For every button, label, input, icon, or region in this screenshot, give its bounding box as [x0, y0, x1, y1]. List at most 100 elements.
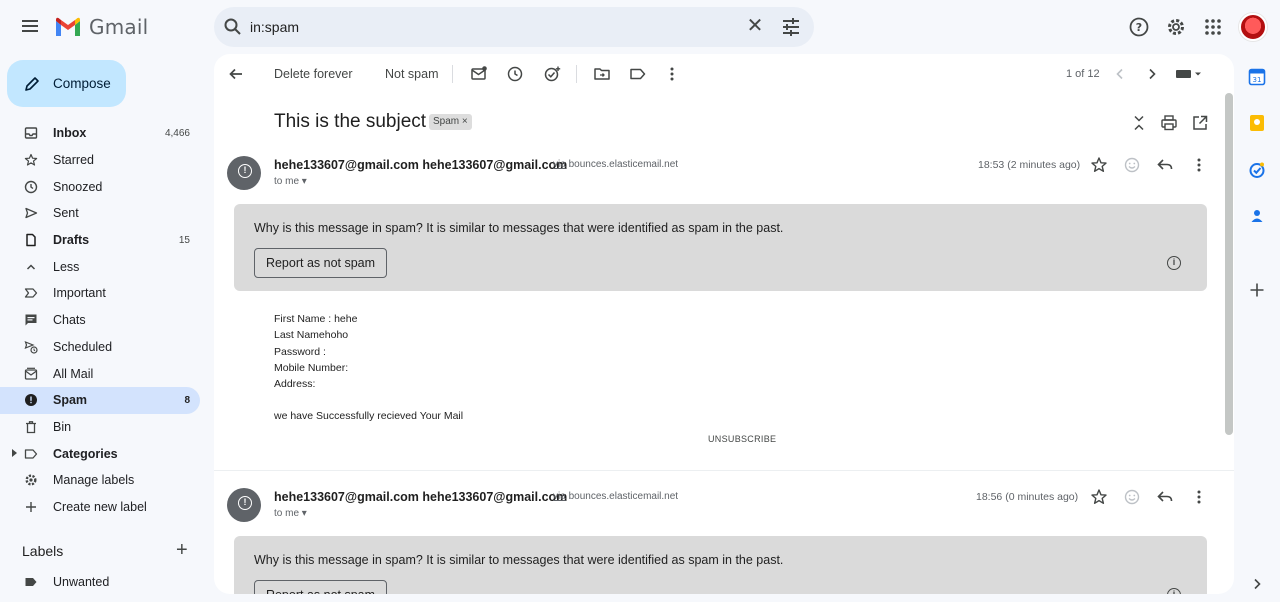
all-mail-icon [24, 367, 38, 381]
report-not-spam-button[interactable]: Report as not spam [254, 580, 387, 594]
account-avatar[interactable] [1239, 13, 1267, 41]
body-line: Mobile Number: [274, 362, 349, 374]
back-arrow-icon[interactable] [227, 65, 245, 83]
unsubscribe-link[interactable]: UNSUBSCRIBE [708, 434, 776, 444]
star-icon[interactable] [1090, 488, 1108, 506]
more-vertical-icon[interactable] [663, 65, 681, 83]
contacts-icon[interactable] [1248, 207, 1266, 225]
sidebar-item-inbox[interactable]: Inbox 4,466 [0, 120, 200, 147]
spam-label-chip[interactable]: Spam × [429, 114, 472, 130]
thread-subject: This is the subject [274, 111, 427, 132]
sender-avatar [227, 156, 261, 190]
labels-heading: Labels [22, 543, 64, 559]
clear-search-icon[interactable]: ✕ [744, 16, 766, 36]
move-to-folder-icon[interactable] [593, 65, 611, 83]
print-icon[interactable] [1160, 114, 1178, 132]
sidebar-item-label-unwanted[interactable]: Unwanted [0, 569, 200, 596]
keep-notes-icon[interactable] [1248, 114, 1266, 132]
star-icon [24, 153, 38, 167]
reply-icon[interactable] [1156, 156, 1174, 174]
calendar-icon[interactable]: 31 [1248, 68, 1266, 86]
spam-count: 8 [184, 394, 190, 406]
sidebar-item-drafts[interactable]: Drafts 15 [0, 227, 200, 254]
important-marker-icon [24, 286, 38, 300]
message-more-icon[interactable] [1190, 488, 1208, 506]
delete-forever-button[interactable]: Delete forever [274, 67, 353, 81]
chevron-left-icon[interactable] [1111, 65, 1129, 83]
search-bar[interactable]: in:spam ✕ [214, 7, 814, 47]
draft-file-icon [24, 233, 38, 247]
sidebar-item-label: Sent [53, 206, 79, 221]
sidebar-item-chats[interactable]: Chats [0, 307, 200, 334]
label-tag-icon [24, 447, 38, 461]
info-icon[interactable]: i [1167, 588, 1181, 594]
sidebar-item-label: Bin [53, 419, 72, 434]
sidebar-item-less[interactable]: Less [0, 253, 200, 280]
sidebar-item-manage-labels[interactable]: Manage labels [0, 467, 200, 494]
report-not-spam-button[interactable]: Report as not spam [254, 248, 387, 278]
search-icon[interactable] [223, 17, 243, 37]
settings-gear-icon[interactable] [1164, 15, 1188, 39]
sidebar-item-label: Scheduled [53, 339, 113, 354]
search-options-icon[interactable] [780, 16, 802, 38]
send-icon [24, 206, 38, 220]
sidebar-item-scheduled[interactable]: Scheduled [0, 334, 200, 361]
sidebar-item-label: Starred [53, 153, 94, 168]
spam-warning-banner: Why is this message in spam? It is simil… [234, 536, 1207, 594]
mark-unread-icon[interactable] [470, 65, 488, 83]
search-input[interactable]: in:spam [250, 19, 299, 35]
via-domain: via bounces.elasticemail.net [553, 159, 679, 170]
main-menu-icon[interactable] [17, 14, 43, 40]
star-icon[interactable] [1090, 156, 1108, 174]
open-in-new-window-icon[interactable] [1191, 114, 1209, 132]
sidebar-item-snoozed[interactable]: Snoozed [0, 173, 200, 200]
input-tools-keyboard-icon[interactable] [1175, 65, 1203, 83]
body-line: Password : [274, 346, 326, 358]
collapse-all-icon[interactable] [1130, 114, 1148, 132]
sidebar-item-label: Important [53, 286, 106, 301]
sidebar-item-important[interactable]: Important [0, 280, 200, 307]
svg-text:?: ? [1136, 21, 1142, 34]
trash-icon [24, 420, 38, 434]
scrollbar-thumb[interactable] [1225, 93, 1233, 435]
label-icon[interactable] [629, 65, 647, 83]
body-line: we have Successfully recieved Your Mail [274, 410, 464, 422]
add-label-icon[interactable]: + [176, 540, 188, 560]
sidebar-item-create-label[interactable]: Create new label [0, 494, 200, 521]
unread-count: 4,466 [164, 127, 190, 139]
chevron-right-icon[interactable] [1143, 65, 1161, 83]
not-spam-button[interactable]: Not spam [385, 67, 439, 81]
sidebar-item-starred[interactable]: Starred [0, 147, 200, 174]
toolbar-divider [576, 65, 577, 83]
sidebar-item-all-mail[interactable]: All Mail [0, 360, 200, 387]
info-icon[interactable]: i [1167, 256, 1181, 270]
sidebar-item-label: Inbox [53, 126, 87, 141]
add-reaction-icon[interactable] [1123, 156, 1141, 174]
tasks-icon[interactable] [1248, 161, 1266, 179]
recipient-details[interactable]: to me ▾ [274, 508, 307, 519]
recipient-details[interactable]: to me ▾ [274, 176, 307, 187]
top-bar: Gmail in:spam ✕ ? [0, 0, 1280, 54]
help-icon[interactable]: ? [1127, 15, 1151, 39]
get-addons-plus-icon[interactable] [1248, 281, 1266, 299]
compose-button[interactable]: Compose [7, 60, 126, 107]
sidebar-item-categories[interactable]: Categories [0, 440, 200, 467]
expand-caret-icon[interactable] [12, 449, 17, 458]
sidebar-item-sent[interactable]: Sent [0, 200, 200, 227]
add-reaction-icon[interactable] [1123, 488, 1141, 506]
message-more-icon[interactable] [1190, 156, 1208, 174]
sidebar-item-bin[interactable]: Bin [0, 414, 200, 441]
add-to-tasks-icon[interactable] [543, 65, 561, 83]
show-side-panel-chevron-icon[interactable] [1248, 575, 1266, 593]
spam-report-icon [24, 393, 38, 407]
snooze-clock-icon[interactable] [506, 65, 524, 83]
sidebar-item-label: Categories [53, 446, 118, 461]
reply-icon[interactable] [1156, 488, 1174, 506]
apps-grid-icon[interactable] [1201, 15, 1225, 39]
sender-name[interactable]: hehe133607@gmail.com hehe133607@gmail.co… [274, 490, 567, 504]
plus-icon [24, 500, 38, 514]
sidebar-item-spam[interactable]: Spam 8 [0, 386, 200, 414]
message-toolbar: Delete forever Not spam 1 of 12 [214, 54, 1234, 94]
sender-name[interactable]: hehe133607@gmail.com hehe133607@gmail.co… [274, 158, 567, 172]
gmail-logo[interactable]: Gmail [54, 15, 148, 39]
